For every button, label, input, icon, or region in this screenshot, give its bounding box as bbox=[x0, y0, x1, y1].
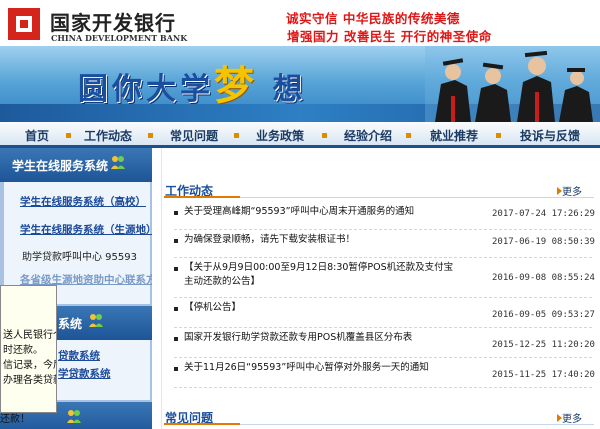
bank-name-en: CHINA DEVELOPMENT BANK bbox=[51, 33, 188, 43]
news-date: 2016-09-05 09:53:27 bbox=[492, 310, 595, 320]
news-date: 2016-09-08 08:55:24 bbox=[492, 273, 595, 283]
nav-item-feedback[interactable]: 投诉与反馈 bbox=[520, 127, 580, 144]
nav-separator bbox=[66, 133, 71, 138]
site-header: 国家开发银行 CHINA DEVELOPMENT BANK 诚实守信 中华民族的… bbox=[0, 0, 600, 122]
popup-line: 送人民银行个 bbox=[3, 330, 57, 341]
more-link-faq[interactable]: 更多 bbox=[562, 410, 582, 425]
nav-separator bbox=[234, 133, 239, 138]
bullet bbox=[174, 307, 178, 311]
nav-separator bbox=[496, 133, 501, 138]
main-nav: 首页 工作动态 常见问题 业务政策 经验介绍 就业推荐 投诉与反馈 bbox=[0, 122, 600, 148]
nav-separator bbox=[406, 133, 411, 138]
banner-title-dream: 梦 bbox=[214, 62, 258, 109]
nav-item-faq[interactable]: 常见问题 bbox=[170, 127, 218, 144]
nav-item-work-news[interactable]: 工作动态 bbox=[84, 127, 132, 144]
section-accent-bar bbox=[164, 423, 240, 425]
bullet bbox=[174, 239, 178, 243]
slogan-line-1: 诚实守信 中华民族的传统美德 bbox=[286, 11, 460, 26]
news-title[interactable]: 关于11月26日“95593”呼叫中心暂停对外服务一天的通知 bbox=[184, 361, 454, 375]
people-icon bbox=[111, 156, 125, 169]
nav-separator bbox=[148, 133, 153, 138]
popup-line: 信记录，今后 bbox=[3, 360, 57, 371]
nav-item-jobs[interactable]: 就业推荐 bbox=[430, 127, 478, 144]
news-row[interactable]: 关于11月26日“95593”呼叫中心暂停对外服务一天的通知 2015-11-2… bbox=[174, 358, 595, 388]
floating-notice-popup[interactable]: 送人民银行个 时还款。 信记录，今后 办理各类贷款时 bbox=[0, 285, 57, 413]
news-date: 2015-12-25 11:20:20 bbox=[492, 340, 595, 350]
popup-line: 时还款。 bbox=[3, 345, 43, 356]
news-row[interactable]: 为确保登录顺畅，请先下载安装根证书！ 2017-06-19 08:50:39 bbox=[174, 230, 595, 258]
bullet bbox=[174, 267, 178, 271]
bank-name-cn[interactable]: 国家开发银行 bbox=[50, 7, 176, 36]
nav-item-experience[interactable]: 经验介绍 bbox=[344, 127, 392, 144]
bullet bbox=[174, 367, 178, 371]
banner: 圆你大学梦 想 bbox=[0, 46, 600, 122]
popup-line: 办理各类贷款时 bbox=[3, 375, 56, 386]
news-title[interactable]: 关于受理高峰期“95593”呼叫中心周末开通服务的通知 bbox=[184, 205, 454, 219]
bullet bbox=[174, 211, 178, 215]
news-date: 2017-06-19 08:50:39 bbox=[492, 237, 595, 247]
people-icon bbox=[89, 314, 103, 327]
news-title[interactable]: 【停机公告】 bbox=[184, 301, 454, 315]
banner-title-part1: 圆你大学 bbox=[78, 72, 214, 107]
cdb-logo-icon[interactable] bbox=[8, 8, 40, 40]
main-content: 工作动态 更多 关于受理高峰期“95593”呼叫中心周末开通服务的通知 2017… bbox=[152, 148, 600, 429]
people-icon bbox=[67, 410, 81, 423]
sidebar-section-title-2: 系统 bbox=[58, 317, 83, 331]
popup-footer-text: 还款！ bbox=[0, 414, 30, 425]
news-title[interactable]: 【关于从9月9日00:00至9月12日8:30暂停POS机还款及支付宝主动还款的… bbox=[184, 261, 454, 289]
sidebar-link-university[interactable]: 学生在线服务系统（高校） bbox=[20, 194, 146, 209]
bullet bbox=[174, 337, 178, 341]
news-date: 2015-11-25 17:40:20 bbox=[492, 370, 595, 380]
nav-item-policy[interactable]: 业务政策 bbox=[256, 127, 304, 144]
news-row[interactable]: 关于受理高峰期“95593”呼叫中心周末开通服务的通知 2017-07-24 1… bbox=[174, 202, 595, 230]
news-title[interactable]: 为确保登录顺畅，请先下载安装根证书！ bbox=[184, 233, 454, 247]
sidebar-section-header: 学生在线服务系统 bbox=[0, 148, 152, 182]
nav-item-home[interactable]: 首页 bbox=[25, 127, 49, 144]
news-row[interactable]: 国家开发银行助学贷款还款专用POS机覆盖县区分布表 2015-12-25 11:… bbox=[174, 328, 595, 358]
banner-title: 圆你大学梦 想 bbox=[78, 53, 306, 111]
divider bbox=[161, 148, 162, 429]
news-title[interactable]: 国家开发银行助学贷款还款专用POS机覆盖县区分布表 bbox=[184, 331, 454, 345]
news-date: 2017-07-24 17:26:29 bbox=[492, 209, 595, 219]
nav-separator bbox=[322, 133, 327, 138]
section-accent-bar bbox=[164, 196, 240, 198]
news-row[interactable]: 【关于从9月9日00:00至9月12日8:30暂停POS机还款及支付宝主动还款的… bbox=[174, 258, 595, 298]
news-row[interactable]: 【停机公告】 2016-09-05 09:53:27 bbox=[174, 298, 595, 328]
sidebar-section-title: 学生在线服务系统 bbox=[12, 159, 109, 173]
more-link-work-news[interactable]: 更多 bbox=[562, 183, 582, 198]
sidebar-link-origin[interactable]: 学生在线服务系统（生源地） bbox=[20, 222, 157, 237]
hotline-text: 助学贷款呼叫中心 95593 bbox=[22, 252, 137, 263]
sidebar-link-study-loan-system[interactable]: 学贷款系统 bbox=[58, 366, 111, 381]
graduates-image bbox=[425, 46, 600, 122]
banner-title-part2: 想 bbox=[272, 72, 307, 107]
sidebar-link-loan-system[interactable]: 贷款系统 bbox=[58, 348, 100, 363]
page: 国家开发银行 CHINA DEVELOPMENT BANK 诚实守信 中华民族的… bbox=[0, 0, 600, 429]
slogan-line-2: 增强国力 改善民生 开行的神圣使命 bbox=[287, 29, 492, 44]
